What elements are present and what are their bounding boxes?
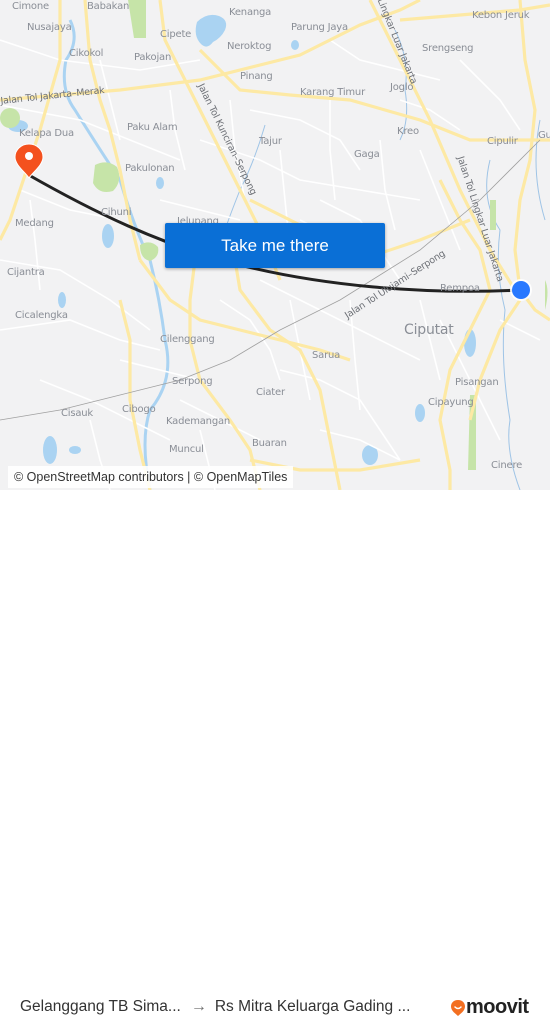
map-label-gu: Gu — [538, 130, 550, 141]
map-label-kademangan: Kademangan — [166, 416, 231, 427]
route-title: Gelanggang TB Sima... → Rs Mitra Keluarg… — [20, 998, 410, 1016]
map-label-cicalengka: Cicalengka — [15, 310, 68, 321]
destination-stop-name: Rs Mitra Keluarga Gading ... — [214, 998, 411, 1015]
take-me-there-button[interactable]: Take me there — [165, 223, 385, 268]
map-label-petir: Petir — [304, 0, 326, 3]
map-label-medang: Medang — [15, 218, 54, 229]
map-label-kebon-jeruk: Kebon Jeruk — [472, 10, 530, 21]
map-label-cipayung: Cipayung — [428, 397, 474, 408]
map-label-pakulonan: Pakulonan — [125, 163, 175, 174]
map-label-cilenggang: Cilenggang — [160, 334, 215, 345]
map-label-pinang: Pinang — [240, 71, 273, 82]
map-view[interactable]: Cimone Babakan Nusajaya Cikokol Pakojan … — [0, 0, 550, 490]
map-label-kreo: Kreo — [397, 126, 419, 137]
map-label-karang-timur: Karang Timur — [300, 87, 365, 98]
map-label-cimone: Cimone — [12, 1, 49, 12]
map-label-paku-alam: Paku Alam — [127, 122, 178, 133]
map-label-ciputat: Ciputat — [404, 322, 454, 338]
map-label-pisangan: Pisangan — [455, 377, 499, 388]
map-label-neroktog: Neroktog — [227, 41, 272, 52]
map-label-serpong: Serpong — [172, 376, 213, 387]
map-label-cipete: Cipete — [160, 29, 192, 40]
map-label-rempoa: Rempoa — [440, 283, 480, 294]
moovit-logo[interactable]: moovit — [450, 996, 529, 1019]
map-label-kenanga: Kenanga — [229, 7, 272, 18]
map-label-buaran: Buaran — [252, 438, 287, 449]
destination-pin-icon[interactable] — [14, 143, 44, 179]
map-label-cibogo: Cibogo — [122, 404, 156, 415]
origin-stop-name: Gelanggang TB Sima... — [20, 998, 181, 1015]
map-label-nusajaya: Nusajaya — [27, 22, 72, 33]
map-label-babakan: Babakan — [87, 1, 130, 12]
map-label-parung-jaya: Parung Jaya — [291, 22, 348, 33]
map-label-ciater: Ciater — [256, 387, 285, 398]
footer-bar: Gelanggang TB Sima... → Rs Mitra Keluarg… — [0, 490, 550, 1018]
arrow-right-icon: → — [190, 998, 207, 1015]
map-label-cijantra: Cijantra — [7, 267, 45, 278]
map-label-sarua: Sarua — [312, 350, 341, 361]
map-label-muncul: Muncul — [169, 444, 204, 455]
map-label-kelapa-dua: Kelapa Dua — [19, 128, 74, 139]
map-label-cisauk: Cisauk — [61, 408, 94, 419]
origin-location-dot-icon[interactable] — [510, 279, 532, 301]
map-label-gaga: Gaga — [354, 149, 380, 160]
moovit-wordmark: moovit — [466, 996, 529, 1018]
map-attribution[interactable]: © OpenStreetMap contributors | © OpenMap… — [8, 466, 294, 488]
map-label-cinere: Cinere — [491, 460, 523, 471]
map-label-srengseng: Srengseng — [422, 43, 474, 54]
moovit-pin-icon — [451, 999, 465, 1016]
map-label-cipulir: Cipulir — [487, 136, 518, 147]
map-label-tajur: Tajur — [259, 136, 282, 147]
map-label-cihuni: Cihuni — [101, 207, 132, 218]
map-label-cikokol: Cikokol — [69, 48, 104, 59]
map-label-pakojan: Pakojan — [134, 52, 172, 63]
